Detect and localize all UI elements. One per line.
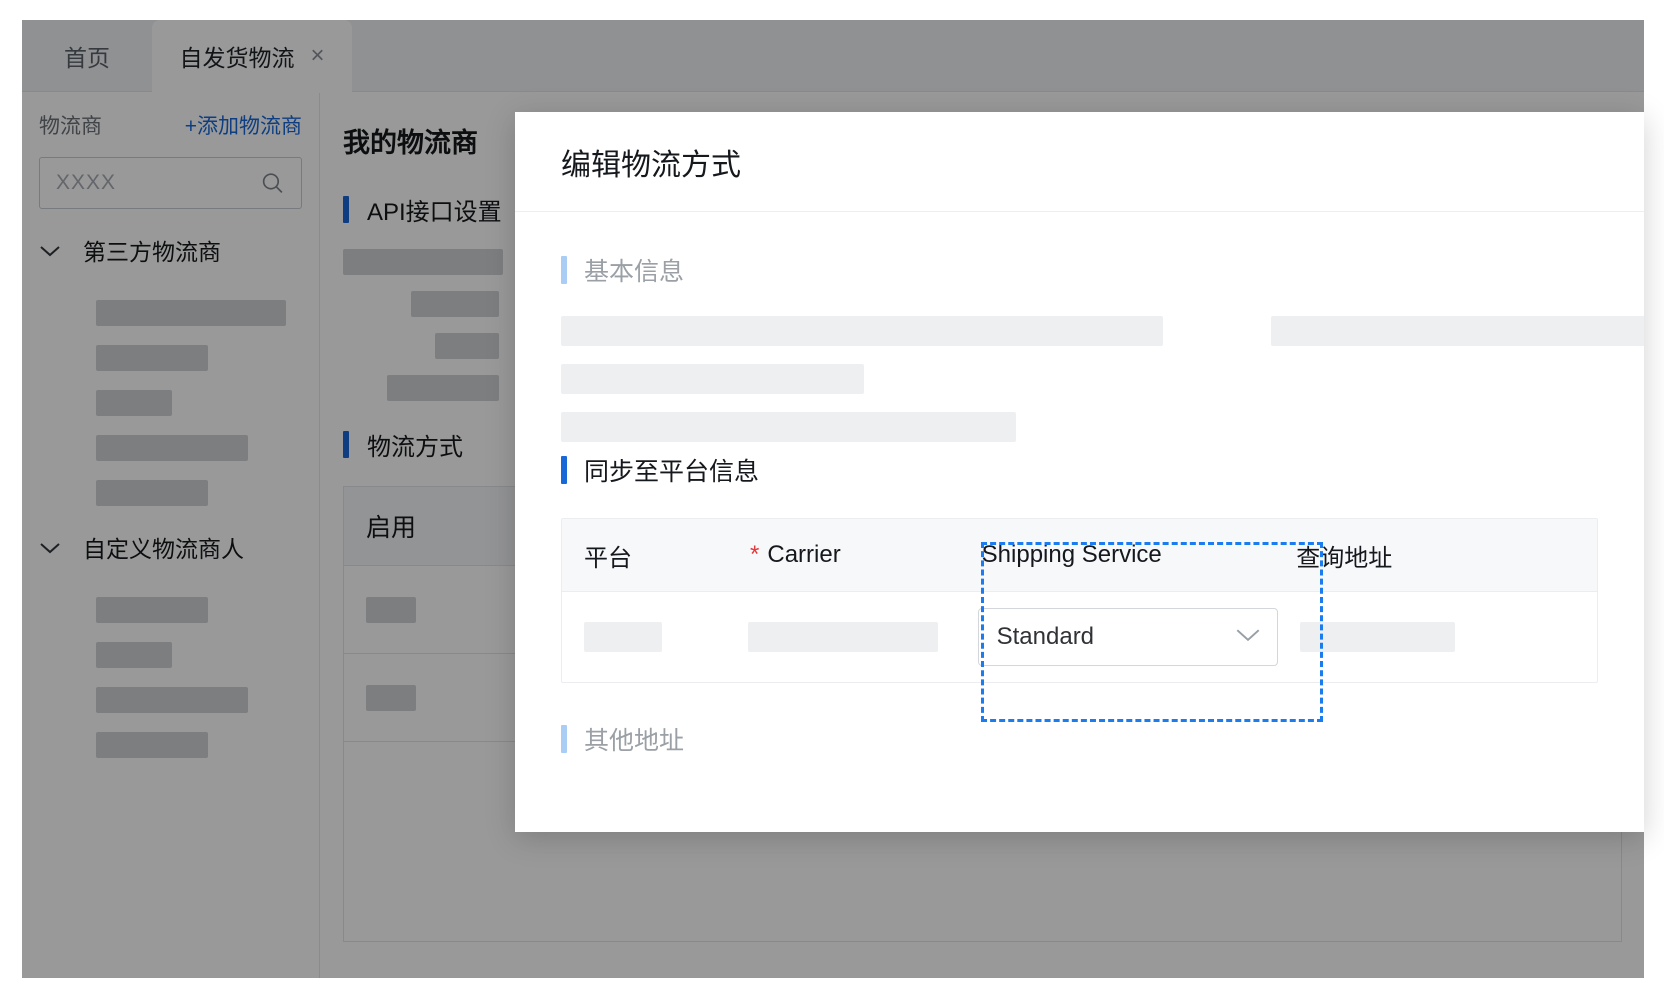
column-header-platform: 平台: [584, 544, 632, 572]
placeholder-bar: [435, 333, 499, 359]
table-row: Standard: [562, 592, 1597, 682]
section-sync-platform-info-label: 同步至平台信息: [584, 458, 760, 486]
placeholder-field[interactable]: [561, 316, 1163, 346]
list-item[interactable]: [96, 480, 208, 506]
column-header-enabled: 启用: [366, 514, 417, 542]
cell-query-address: [1278, 622, 1597, 652]
tab-home-label: 首页: [64, 45, 110, 71]
section-shipping-method-label: 物流方式: [367, 434, 463, 461]
placeholder-field[interactable]: [561, 412, 1016, 442]
chevron-down-icon: [39, 244, 61, 257]
column-header-query-address: 查询地址: [1296, 544, 1393, 572]
sidebar-title: 物流商: [39, 115, 102, 138]
tab-bar: 首页 自发货物流 ×: [22, 20, 1644, 92]
table-header-row: 平台 * Carrier Shipping Service 查询地址: [562, 519, 1597, 592]
column-header-shipping-service: Shipping Service: [981, 541, 1162, 568]
placeholder-bar: [387, 375, 499, 401]
list-item[interactable]: [96, 390, 172, 416]
placeholder-field: [584, 622, 662, 652]
tab-home[interactable]: 首页: [22, 20, 152, 92]
list-item[interactable]: [96, 732, 208, 758]
column-header-carrier-label: Carrier: [767, 541, 841, 568]
placeholder-field: [1299, 622, 1455, 652]
list-item[interactable]: [96, 300, 286, 326]
sidebar-group-custom-carrier[interactable]: 自定义物流商人: [39, 516, 302, 578]
sidebar-group-custom-carrier-label: 自定义物流商人: [83, 536, 244, 562]
placeholder-bar: [366, 596, 416, 623]
section-accent-bar: [561, 256, 567, 284]
search-icon: [260, 171, 285, 196]
cell-shipping-service: Standard: [956, 608, 1278, 666]
cell-platform: [562, 622, 726, 652]
search-input[interactable]: XXXX: [39, 157, 302, 209]
section-accent-bar: [561, 725, 567, 753]
list-item[interactable]: [96, 642, 172, 668]
placeholder-field[interactable]: [1271, 316, 1644, 346]
sidebar-header: 物流商 +添加物流商: [39, 93, 302, 157]
section-accent-bar: [343, 196, 349, 223]
column-header-carrier: * Carrier: [728, 541, 960, 569]
section-accent-bar: [561, 456, 567, 484]
section-basic-info-label: 基本信息: [584, 258, 685, 286]
search-input-value: XXXX: [56, 171, 117, 194]
chevron-down-icon: [1235, 627, 1261, 647]
dialog-title: 编辑物流方式: [561, 148, 741, 182]
add-carrier-button[interactable]: +添加物流商: [185, 110, 302, 140]
cell-carrier: [726, 622, 955, 652]
platform-sync-table: 平台 * Carrier Shipping Service 查询地址 Standa…: [561, 518, 1598, 683]
chevron-down-icon: [39, 541, 61, 554]
tab-self-shipping-logistics-label: 自发货物流: [179, 45, 295, 71]
sidebar-group-third-party[interactable]: 第三方物流商: [39, 219, 302, 281]
section-sync-platform-info: 同步至平台信息: [561, 452, 1598, 488]
section-basic-info: 基本信息: [561, 252, 1598, 288]
shipping-service-select[interactable]: Standard: [977, 608, 1278, 666]
edit-shipping-method-dialog: 编辑物流方式 基本信息 同步至平台信息 平台 * Carrier Shippin…: [515, 112, 1644, 832]
placeholder-bar: [343, 249, 503, 275]
list-item[interactable]: [96, 687, 248, 713]
placeholder-bar: [411, 291, 499, 317]
section-other-address-label: 其他地址: [584, 727, 685, 755]
placeholder-bar: [366, 684, 416, 711]
basic-info-fields: [561, 316, 1644, 448]
sidebar: 物流商 +添加物流商 XXXX 第三方物流商 自定义物流商人: [22, 93, 320, 978]
placeholder-field: [748, 622, 939, 652]
list-item[interactable]: [96, 345, 208, 371]
placeholder-field[interactable]: [561, 364, 864, 394]
dialog-body: 基本信息 同步至平台信息 平台 * Carrier Shipping Servic…: [515, 252, 1644, 757]
list-item[interactable]: [96, 435, 248, 461]
sidebar-group-third-party-label: 第三方物流商: [83, 239, 221, 265]
required-asterisk: *: [750, 541, 760, 568]
close-icon[interactable]: ×: [310, 44, 324, 68]
list-item[interactable]: [96, 597, 208, 623]
tab-self-shipping-logistics[interactable]: 自发货物流 ×: [152, 20, 352, 92]
shipping-service-select-value: Standard: [996, 623, 1095, 650]
section-accent-bar: [343, 431, 349, 458]
section-other-address: 其他地址: [561, 721, 1598, 757]
section-api-settings-label: API接口设置: [367, 199, 502, 226]
dialog-header: 编辑物流方式: [515, 112, 1644, 212]
